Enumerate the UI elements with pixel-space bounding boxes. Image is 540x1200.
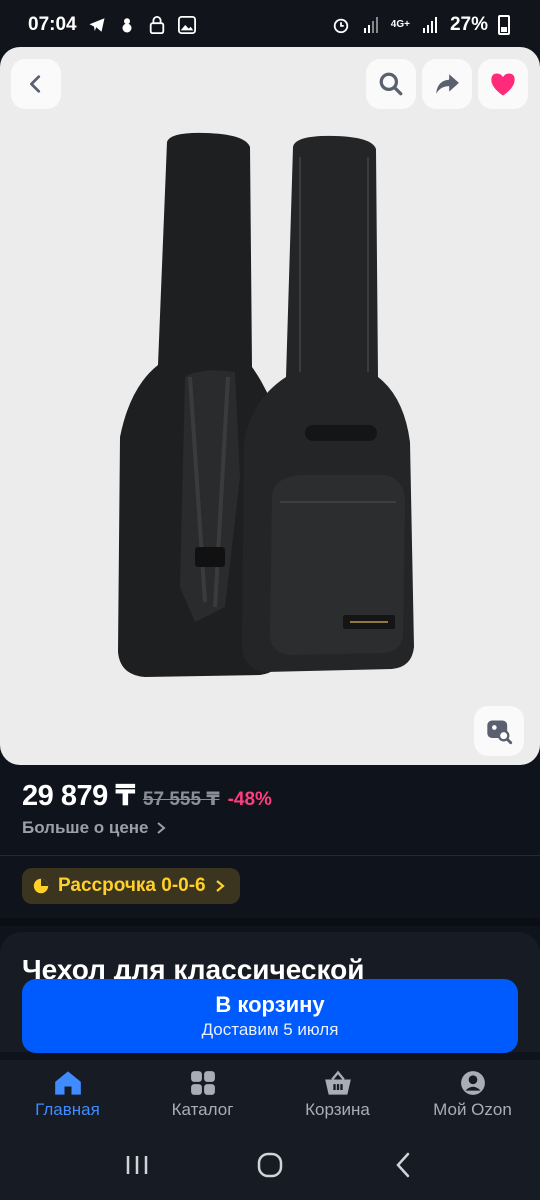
signal-icon <box>361 15 381 35</box>
add-to-cart-label: В корзину <box>215 992 325 1017</box>
grid-icon <box>190 1071 215 1095</box>
home-icon <box>54 1071 81 1095</box>
gallery-icon <box>177 15 197 35</box>
back-system-button[interactable] <box>383 1145 423 1185</box>
price-row: 29 879 ₸ 57 555 ₸ -48% <box>22 778 272 813</box>
product-image[interactable] <box>0 47 540 765</box>
battery-percent: 27% <box>449 14 488 35</box>
delivery-date-label: Доставим 5 июля <box>201 1020 339 1039</box>
status-right: 4G+ 27% <box>331 14 510 36</box>
image-search-icon <box>487 720 513 745</box>
battery-icon <box>498 15 510 35</box>
nav-cart-label: Корзина <box>305 1100 370 1119</box>
back-chevron-icon <box>396 1152 410 1178</box>
basket-icon <box>324 1070 351 1095</box>
home-system-button[interactable] <box>250 1145 290 1185</box>
section-gap <box>0 918 540 926</box>
nav-home[interactable]: Главная <box>0 1060 135 1130</box>
status-left: 07:04 <box>28 14 197 36</box>
share-button[interactable] <box>422 59 472 109</box>
search-icon <box>379 72 403 96</box>
home-circle-icon <box>257 1152 283 1178</box>
add-to-cart-button[interactable]: В корзину Доставим 5 июля <box>22 979 518 1053</box>
nav-home-label: Главная <box>35 1100 100 1119</box>
image-search-button[interactable] <box>474 706 524 756</box>
signal-icon-2 <box>420 15 440 35</box>
discount-badge: -48% <box>227 789 272 810</box>
chevron-left-icon <box>30 75 41 93</box>
installment-chip[interactable]: Рассрочка 0-0-6 <box>22 868 240 904</box>
product-image-card <box>0 47 540 765</box>
recent-apps-icon <box>126 1156 147 1174</box>
installment-label: Рассрочка 0-0-6 <box>58 875 206 896</box>
chevron-right-icon <box>156 822 166 834</box>
current-price: 29 879 ₸ <box>22 780 135 812</box>
snowman-icon <box>117 15 137 35</box>
status-bar: 07:04 4G+ 27% <box>0 0 540 50</box>
installment-pie-icon <box>33 878 49 894</box>
nav-catalog-label: Каталог <box>171 1100 234 1119</box>
nav-profile-label: Мой Ozon <box>433 1100 512 1119</box>
favorite-button[interactable] <box>478 59 528 109</box>
more-about-price-link[interactable]: Больше о цене <box>22 818 167 838</box>
alarm-icon <box>331 15 351 35</box>
profile-icon <box>460 1071 485 1095</box>
bottom-nav: Главная Каталог Корзина Мой Ozon <box>0 1060 540 1130</box>
old-price: 57 555 ₸ <box>142 789 220 810</box>
search-button[interactable] <box>366 59 416 109</box>
divider <box>0 855 540 856</box>
system-navigation-bar <box>0 1130 540 1200</box>
chevron-right-icon <box>215 880 225 892</box>
heart-icon <box>491 73 515 96</box>
more-price-label: Больше о цене <box>22 818 149 837</box>
network-type: 4G+ <box>390 19 410 30</box>
nav-catalog[interactable]: Каталог <box>135 1060 270 1130</box>
telegram-icon <box>87 15 107 35</box>
recent-apps-button[interactable] <box>117 1145 157 1185</box>
nav-profile[interactable]: Мой Ozon <box>405 1060 540 1130</box>
back-button[interactable] <box>11 59 61 109</box>
status-time: 07:04 <box>28 14 77 35</box>
nav-cart[interactable]: Корзина <box>270 1060 405 1130</box>
share-arrow-icon <box>436 74 459 94</box>
lock-icon <box>147 15 167 35</box>
